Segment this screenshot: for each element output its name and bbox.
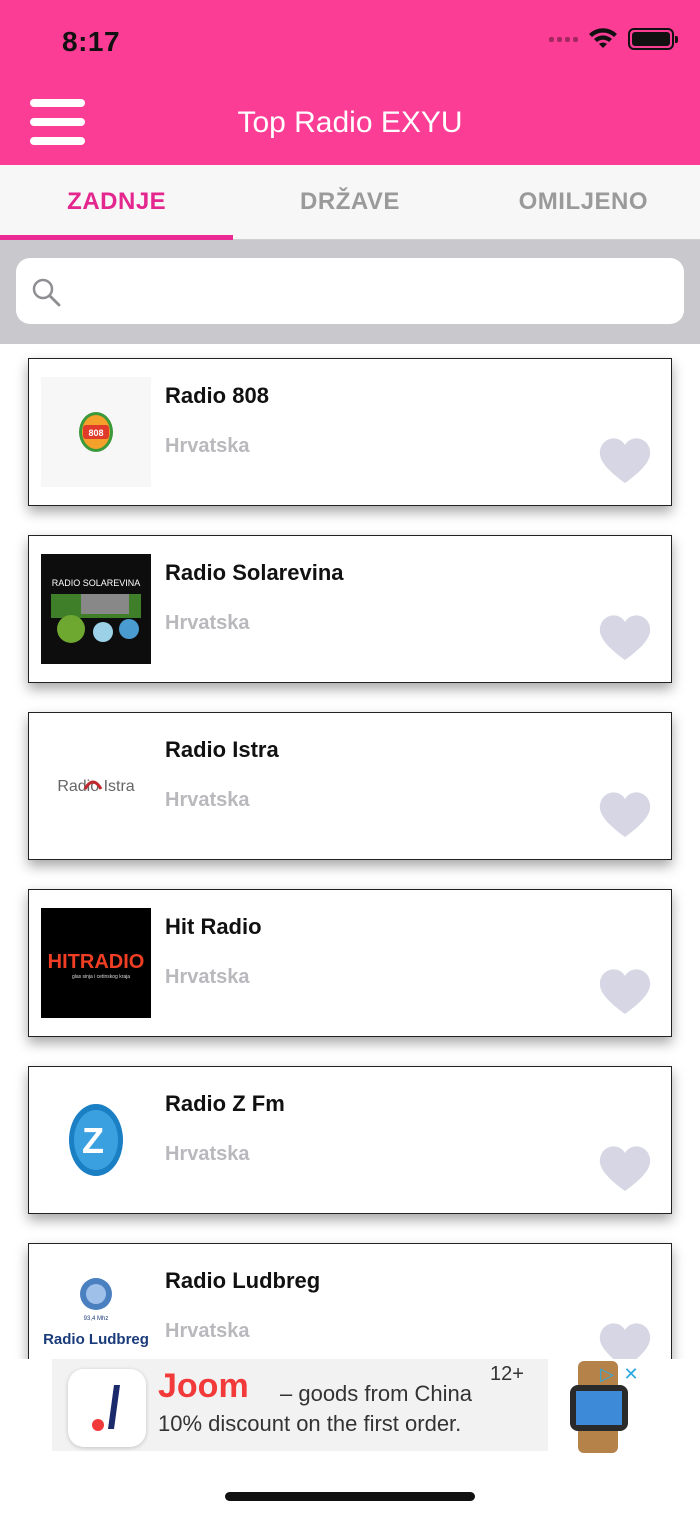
svg-text:HITRADIO: HITRADIO (48, 951, 145, 973)
station-logo: RADIO SOLAREVINA (41, 554, 151, 664)
app-title: Top Radio EXYU (237, 106, 463, 139)
station-card[interactable]: 93,4 Mhz Radio Ludbreg Radio Ludbreg Hrv… (28, 1243, 672, 1359)
status-icons (549, 28, 678, 50)
station-card[interactable]: RADIO SOLAREVINA Radio Solarevina Hrvats… (28, 535, 672, 683)
ad-choices: ▷ ✕ (596, 1363, 644, 1387)
station-logo: 93,4 Mhz Radio Ludbreg (41, 1262, 151, 1359)
search-box[interactable] (16, 258, 684, 324)
station-card[interactable]: Z Radio Z Fm Hrvatska (28, 1066, 672, 1214)
station-logo: 808 (41, 377, 151, 487)
svg-text:RADIO SOLAREVINA: RADIO SOLAREVINA (52, 578, 141, 588)
radio-istra-logo: Radio Istra (57, 778, 134, 795)
station-list: 808 Radio 808 Hrvatska RADIO SOLAREVINA … (0, 344, 700, 1359)
favorite-heart-icon[interactable] (597, 1143, 653, 1193)
favorite-heart-icon[interactable] (597, 966, 653, 1016)
app-header: 8:17 Top Radio EXYU (0, 0, 700, 165)
search-icon (32, 278, 61, 307)
station-country: Hrvatska (165, 612, 250, 634)
wifi-icon (589, 28, 617, 48)
station-name: Radio Z Fm (165, 1091, 285, 1116)
station-name: Hit Radio (165, 914, 262, 939)
tab-bar: ZADNJE DRŽAVE OMILJENO (0, 165, 700, 240)
home-indicator[interactable] (225, 1492, 475, 1501)
ad-brand: Joom (158, 1367, 249, 1405)
favorite-heart-icon[interactable] (597, 612, 653, 662)
station-logo: Radio Istra (41, 731, 151, 841)
favorite-heart-icon[interactable] (597, 789, 653, 839)
status-time: 8:17 (62, 26, 121, 57)
svg-text:glas sinja i cetinskog kraja: glas sinja i cetinskog kraja (72, 974, 130, 980)
tab-zadnje[interactable]: ZADNJE (0, 165, 234, 240)
ad-app-icon (68, 1369, 146, 1447)
cellular-signal-icon (549, 36, 578, 42)
station-country: Hrvatska (165, 789, 250, 811)
station-card[interactable]: 808 Radio 808 Hrvatska (28, 358, 672, 506)
ad-close-icon[interactable]: ✕ (620, 1363, 642, 1385)
radio-ludbreg-logo: 93,4 Mhz Radio Ludbreg (43, 1278, 149, 1348)
ad-discount-text: 10% discount on the first order. (158, 1411, 462, 1436)
station-country: Hrvatska (165, 1320, 250, 1342)
favorite-heart-icon[interactable] (597, 435, 653, 485)
ad-content[interactable]: Joom – goods from China 12+ 10% discount… (52, 1359, 548, 1451)
station-name: Radio 808 (165, 383, 269, 408)
search-input[interactable] (72, 258, 672, 324)
svg-text:Radio Istra: Radio Istra (57, 778, 134, 795)
station-country: Hrvatska (165, 435, 250, 457)
station-country: Hrvatska (165, 966, 250, 988)
ad-banner[interactable]: Joom – goods from China 12+ 10% discount… (0, 1359, 700, 1469)
ad-choices-icon[interactable]: ▷ (596, 1363, 618, 1385)
station-name: Radio Ludbreg (165, 1268, 321, 1293)
hit-radio-logo: HITRADIO glas sinja i cetinskog kraja (41, 908, 151, 1018)
radio-solarevina-logo: RADIO SOLAREVINA (41, 554, 151, 664)
svg-text:Z: Z (82, 1120, 104, 1161)
svg-text:Radio Ludbreg: Radio Ludbreg (43, 1331, 149, 1348)
tab-drzave[interactable]: DRŽAVE (233, 165, 466, 239)
tab-omiljeno[interactable]: OMILJENO (467, 165, 700, 239)
station-logo: Z (41, 1085, 151, 1195)
radio-808-logo: 808 (79, 412, 113, 452)
svg-text:93,4 Mhz: 93,4 Mhz (84, 1316, 109, 1322)
station-country: Hrvatska (165, 1143, 250, 1165)
station-card[interactable]: Radio Istra Radio Istra Hrvatska (28, 712, 672, 860)
radio-z-fm-logo: Z (69, 1104, 123, 1176)
station-card[interactable]: HITRADIO glas sinja i cetinskog kraja Hi… (28, 889, 672, 1037)
station-name: Radio Istra (165, 737, 279, 762)
station-logo: HITRADIO glas sinja i cetinskog kraja (41, 908, 151, 1018)
svg-text:808: 808 (88, 428, 103, 438)
ad-tagline: – goods from China (280, 1381, 472, 1406)
favorite-heart-icon[interactable] (597, 1320, 653, 1359)
ad-age-rating: 12+ (490, 1363, 524, 1385)
battery-icon (628, 28, 678, 50)
station-name: Radio Solarevina (165, 560, 344, 585)
search-bar (0, 240, 700, 344)
